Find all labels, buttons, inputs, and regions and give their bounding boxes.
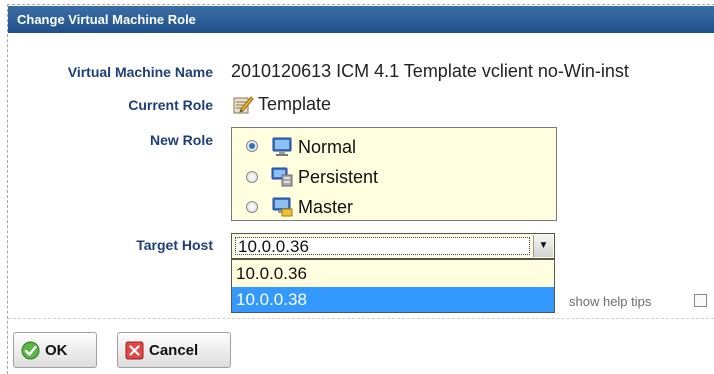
check-circle-icon [21, 341, 40, 360]
role-label-persistent: Persistent [298, 167, 379, 187]
footer-divider [8, 318, 714, 319]
role-option-master[interactable]: Master [232, 196, 556, 220]
role-label-normal: Normal [298, 137, 357, 157]
cancel-button[interactable]: Cancel [117, 332, 231, 368]
chevron-down-icon[interactable]: ▼ [533, 235, 553, 257]
new-role-label: New Role [149, 132, 213, 148]
target-host-option-highlighted[interactable]: 10.0.0.38 [232, 287, 554, 312]
radio-master[interactable] [246, 201, 258, 213]
target-host-select[interactable]: 10.0.0.36 ▼ [231, 233, 555, 259]
template-pencil-icon [232, 93, 254, 115]
target-host-selected-value: 10.0.0.36 [235, 237, 530, 256]
radio-normal[interactable] [246, 140, 258, 152]
target-host-option[interactable]: 10.0.0.36 [232, 261, 554, 286]
role-label-master: Master [298, 197, 354, 217]
dialog-title: Change Virtual Machine Role [8, 6, 714, 33]
target-host-label: Target Host [136, 237, 213, 253]
ok-button[interactable]: OK [13, 332, 97, 368]
cancel-button-label: Cancel [149, 342, 199, 359]
role-radio-group: Normal Persistent Master [231, 127, 557, 221]
x-box-icon [125, 341, 144, 360]
vm-name-value: 2010120613 ICM 4.1 Template vclient no-W… [231, 61, 629, 81]
role-option-normal[interactable]: Normal [232, 135, 556, 159]
radio-persistent[interactable] [246, 171, 258, 183]
monitor-normal-icon [271, 137, 293, 157]
show-help-tips-checkbox[interactable] [694, 294, 707, 307]
monitor-master-icon [271, 197, 293, 217]
role-option-persistent[interactable]: Persistent [232, 166, 556, 190]
monitor-persistent-icon [271, 167, 293, 187]
target-host-dropdown-list: 10.0.0.36 10.0.0.38 [231, 259, 555, 313]
show-help-tips-label: show help tips [569, 294, 652, 309]
current-role-value: Template [258, 94, 332, 114]
vm-name-label: Virtual Machine Name [67, 64, 213, 80]
ok-button-label: OK [45, 342, 68, 359]
current-role-label: Current Role [128, 97, 213, 113]
